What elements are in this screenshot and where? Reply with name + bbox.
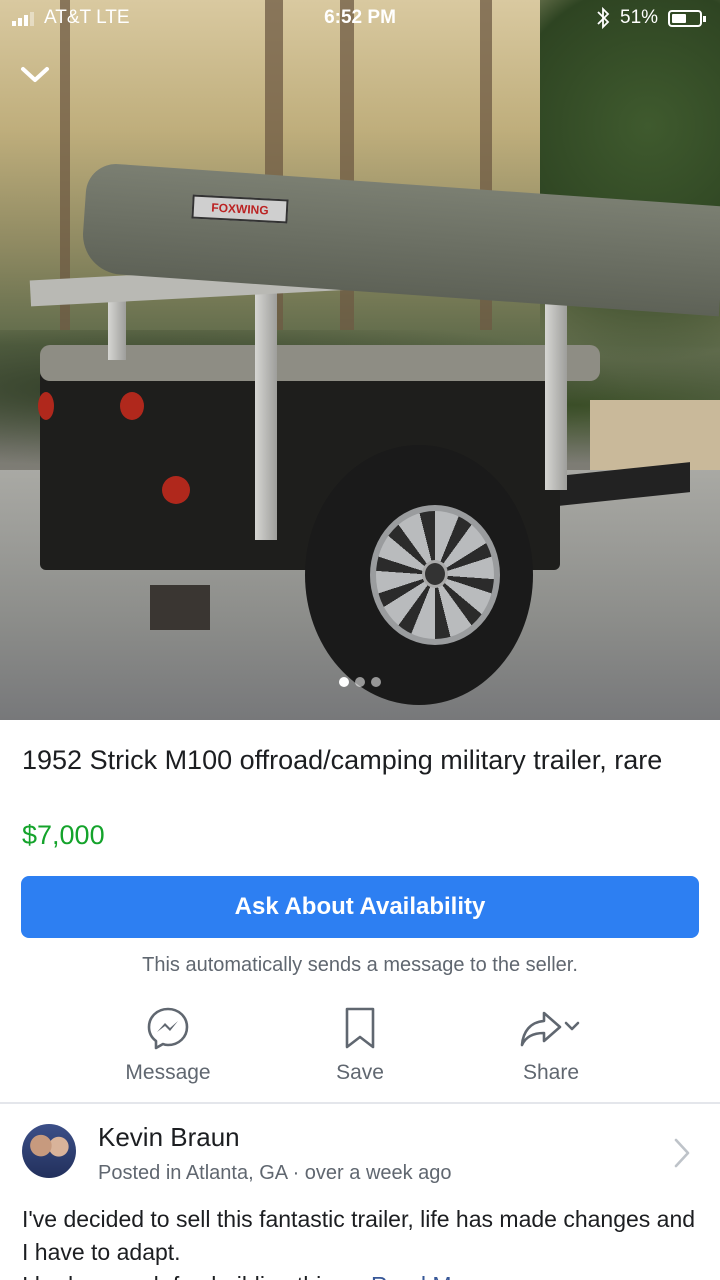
share-label: Share: [522, 1061, 580, 1084]
seller-name[interactable]: Kevin Braun: [98, 1122, 240, 1153]
battery-percent: 51%: [620, 7, 659, 28]
bookmark-icon: [280, 1005, 440, 1055]
photo-hub: [422, 560, 448, 588]
page-dot: [355, 677, 365, 687]
awning-brand-label: FOXWING: [191, 194, 289, 224]
page-dot: [371, 677, 381, 687]
listing-title: 1952 Strick M100 offroad/camping militar…: [22, 745, 663, 775]
listing-price: $7,000: [22, 820, 105, 850]
ask-availability-button[interactable]: Ask About Availability: [21, 876, 699, 938]
messenger-icon: [88, 1005, 248, 1055]
photo-post: [255, 285, 277, 540]
cta-note: This automatically sends a message to th…: [142, 954, 578, 976]
chevron-down-icon[interactable]: [18, 60, 52, 90]
action-bar: Message Save Share: [0, 1005, 720, 1095]
photo-tail-light: [162, 476, 190, 504]
seller-row[interactable]: Kevin Braun Posted in Atlanta, GA · over…: [0, 1110, 720, 1200]
status-bar: AT&T LTE 6:52 PM 51%: [0, 0, 720, 38]
chevron-right-icon[interactable]: [672, 1136, 692, 1170]
read-more-link[interactable]: Read More: [371, 1272, 485, 1280]
description-more-text: I had so much fun building this. ...: [22, 1272, 365, 1280]
photo-post: [545, 290, 567, 490]
share-button[interactable]: Share: [471, 1005, 631, 1085]
message-button[interactable]: Message: [88, 1005, 248, 1085]
photo-pagination: [0, 677, 720, 687]
listing-description: I've decided to sell this fantastic trai…: [22, 1206, 696, 1265]
save-button[interactable]: Save: [280, 1005, 440, 1085]
photo-tail-light: [120, 392, 144, 420]
posted-time: over a week ago: [304, 1162, 452, 1184]
meta-separator: ·: [292, 1162, 305, 1184]
description-continued: I had so much fun building this. ... Rea…: [22, 1269, 702, 1280]
battery-icon: [668, 10, 706, 27]
save-label: Save: [336, 1061, 384, 1084]
page-dot: [339, 677, 349, 687]
listing-photo[interactable]: FOXWING: [0, 0, 720, 720]
seller-meta: Posted in Atlanta, GA · over a week ago: [98, 1162, 452, 1185]
photo-post: [108, 300, 126, 360]
share-icon: [471, 1005, 631, 1055]
photo-tail-light: [38, 392, 54, 420]
divider: [0, 1102, 720, 1104]
photo-jack: [150, 585, 210, 630]
bluetooth-icon: [596, 6, 610, 36]
message-label: Message: [125, 1061, 211, 1084]
clock: 6:52 PM: [324, 7, 396, 28]
avatar[interactable]: [22, 1124, 76, 1178]
seller-location: Posted in Atlanta, GA: [98, 1162, 288, 1184]
